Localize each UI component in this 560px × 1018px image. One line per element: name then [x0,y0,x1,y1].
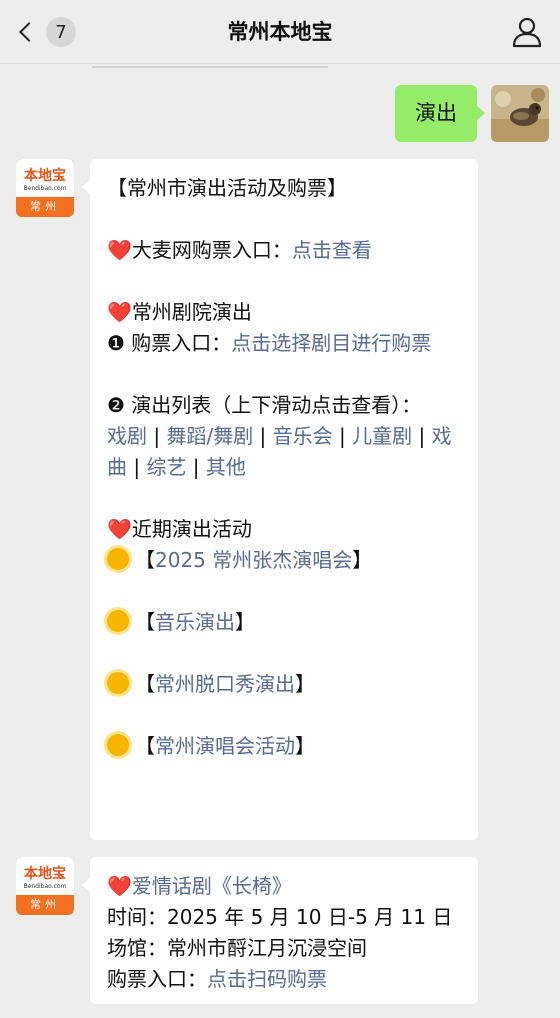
heart-icon: ❤️ [107,238,132,262]
person-icon [512,17,542,48]
event-link-talkshow[interactable]: 常州脱口秀演出 [155,672,295,696]
buy-ticket-line: ❶ 购票入口：点击选择剧目进行购票 [107,328,464,359]
user-avatar[interactable] [491,85,549,142]
theatre-heading-line: ❤️常州剧院演出 [107,297,464,328]
heart-icon: ❤️ [107,300,132,324]
brand-logo-text: 本地宝 [24,168,66,184]
heart-icon: ❤️ [107,874,132,898]
brand-logo-city: 常州 [30,898,60,911]
brand-logo-site: Bendibao.com [23,185,67,192]
bot-message-bubble: ❤️爱情话剧《长椅》 时间：2025 年 5 月 10 日-5 月 11 日 场… [82,857,478,1004]
category-link-other[interactable]: 其他 [206,455,246,479]
bot-avatar[interactable]: 本地宝 Bendibao.com 常州 [16,159,74,217]
play-title-line: ❤️爱情话剧《长椅》 [107,871,464,902]
event-link-zhangjie[interactable]: 2025 常州张杰演唱会 [155,548,352,572]
category-link-children[interactable]: 儿童剧 [352,424,412,448]
event-line: 【2025 常州张杰演唱会】 [107,545,464,576]
reply-heading: 【常州市演出活动及购票】 [107,176,347,200]
nav-bar: 7 常州本地宝 [0,0,560,64]
buy-ticket-link[interactable]: 点击选择剧目进行购票 [231,331,431,355]
event-line: 【音乐演出】 [107,607,464,638]
user-message-text: 演出 [415,101,457,125]
damai-line: ❤️大麦网购票入口：点击查看 [107,235,464,266]
sun-icon [107,548,129,570]
recent-heading: 近期演出活动 [131,517,252,541]
event-line: 【常州演唱会活动】 [107,731,464,762]
bot-message-bubble: 【常州市演出活动及购票】 ❤️大麦网购票入口：点击查看 ❤️常州剧院演出 ❶ 购… [82,159,478,840]
category-link-variety[interactable]: 综艺 [146,455,186,479]
play-time: 时间：2025 年 5 月 10 日-5 月 11 日 [107,905,453,929]
category-link-dance[interactable]: 舞蹈/舞剧 [166,424,253,448]
sun-icon [107,734,129,756]
user-message-bubble[interactable]: 演出 [395,85,485,142]
profile-button[interactable] [512,16,542,48]
category-link-drama[interactable]: 戏剧 [107,424,147,448]
buy-label: ❶ 购票入口： [107,331,232,355]
heart-icon: ❤️ [107,517,132,541]
sun-icon [107,610,129,632]
category-links: 戏剧 | 舞蹈/舞剧 | 音乐会 | 儿童剧 | 戏曲 | 综艺 | 其他 [107,424,452,479]
damai-link[interactable]: 点击查看 [292,238,372,262]
ticket-qr-link[interactable]: 点击扫码购票 [207,967,327,991]
sun-icon [107,672,129,694]
brand-logo-city: 常州 [30,200,60,213]
category-link-concert[interactable]: 音乐会 [273,424,333,448]
play-title-link[interactable]: 爱情话剧《长椅》 [132,874,292,898]
chat-title: 常州本地宝 [227,20,333,44]
play-ticket-line: 购票入口：点击扫码购票 [107,964,464,995]
brand-logo-text: 本地宝 [24,866,66,882]
damai-label: 大麦网购票入口： [131,238,292,262]
bird-photo-image [491,85,549,142]
recent-heading-line: ❤️近期演出活动 [107,514,464,545]
event-link-music[interactable]: 音乐演出 [155,610,235,634]
event-link-concerts[interactable]: 常州演唱会活动 [155,734,295,758]
previous-message-edge [92,66,328,68]
theatre-heading: 常州剧院演出 [131,300,252,324]
event-line: 【常州脱口秀演出】 [107,669,464,700]
brand-logo-site: Bendibao.com [23,883,67,890]
ticket-label: 购票入口： [107,967,207,991]
bot-avatar[interactable]: 本地宝 Bendibao.com 常州 [16,857,74,915]
show-list-label: ❷ 演出列表（上下滑动点击查看）： [107,393,422,417]
play-venue: 场馆：常州市酹江月沉浸空间 [107,936,367,960]
